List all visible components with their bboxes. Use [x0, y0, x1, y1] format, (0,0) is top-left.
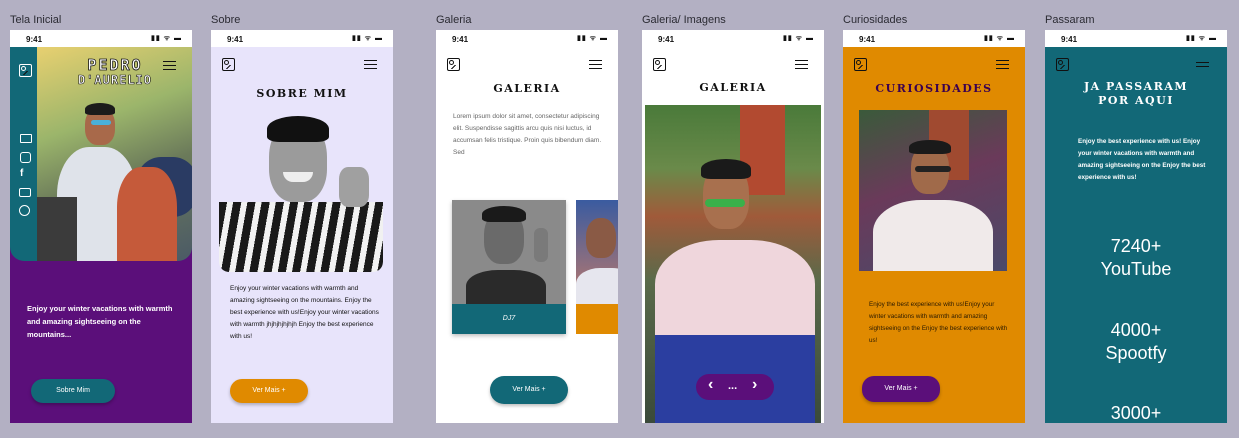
- stat-youtube: 7240+ YouTube: [1045, 235, 1227, 281]
- about-text: Enjoy your winter vacations with warmth …: [230, 285, 379, 340]
- menu-icon[interactable]: [589, 60, 602, 70]
- status-icons: ▮▮ ᯤ ▬: [352, 35, 383, 42]
- page-title: CURIOSIDADES: [875, 82, 993, 95]
- status-time: 9:41: [1061, 35, 1078, 44]
- youtube-icon[interactable]: [19, 188, 31, 197]
- gallery-image-icon[interactable]: [222, 58, 235, 71]
- see-more-button[interactable]: Ver Mais +: [230, 379, 308, 403]
- menu-icon[interactable]: [996, 60, 1009, 70]
- frame-label-about: Sobre: [211, 14, 241, 26]
- gallery-image-icon[interactable]: [19, 64, 32, 77]
- status-icons: ▮▮ ᯤ ▬: [783, 35, 814, 42]
- curiosities-text: Enjoy the best experience with us!Enjoy …: [869, 301, 1008, 344]
- next-image-button[interactable]: ›: [752, 376, 757, 394]
- status-time: 9:41: [859, 35, 876, 44]
- status-time: 9:41: [227, 35, 244, 44]
- status-time: 9:41: [658, 35, 675, 44]
- frame-gallery-images: 9:41 ▮▮ ᯤ ▬ GALERIA ‹ ... ›: [642, 30, 824, 423]
- passaram-text: Enjoy the best experience with us! Enjoy…: [1078, 138, 1206, 181]
- status-time: 9:41: [26, 35, 43, 44]
- home-intro-text: Enjoy your winter vacations with warmth …: [27, 304, 173, 339]
- stat-third-value: 3000+: [1110, 403, 1162, 423]
- page-title: SOBRE MIM: [256, 87, 348, 100]
- see-more-button[interactable]: Ver Mais +: [862, 376, 940, 402]
- status-bar: 9:41 ▮▮ ᯤ ▬: [843, 30, 1025, 47]
- see-more-button[interactable]: Ver Mais +: [490, 376, 568, 404]
- gallery-image-icon[interactable]: [653, 58, 666, 71]
- gallery-image-icon[interactable]: [447, 58, 460, 71]
- stat-spotify-label: Spootfy: [1105, 343, 1167, 363]
- about-me-button[interactable]: Sobre Mim: [31, 379, 115, 403]
- menu-icon[interactable]: [163, 61, 176, 71]
- curiosities-photo: [859, 110, 1007, 271]
- stat-third: 3000+: [1045, 402, 1227, 423]
- frame-about: 9:41 ▮▮ ᯤ ▬ SOBRE MIM Enjoy your winter v…: [211, 30, 393, 423]
- frame-label-passaram: Passaram: [1045, 14, 1095, 26]
- frame-gallery: 9:41 ▮▮ ᯤ ▬ GALERIA Lorem ipsum dolor sit…: [436, 30, 618, 423]
- frame-label-gallery-images: Galeria/ Imagens: [642, 14, 726, 26]
- status-bar: 9:41 ▮▮ ᯤ ▬: [436, 30, 618, 47]
- page-title: GALERIA: [493, 82, 561, 95]
- gallery-card-caption: DJ7: [452, 304, 566, 334]
- instagram-icon[interactable]: [20, 152, 31, 163]
- status-time: 9:41: [452, 35, 469, 44]
- hero-name-line1: PEDRO: [87, 56, 143, 75]
- gallery-card-photo: [452, 200, 566, 304]
- facebook-icon[interactable]: f: [20, 169, 23, 179]
- frame-label-curiosities: Curiosidades: [843, 14, 908, 26]
- gallery-image-icon[interactable]: [854, 58, 867, 71]
- status-icons: ▮▮ ᯤ ▬: [984, 35, 1015, 42]
- status-bar: 9:41 ▮▮ ᯤ ▬: [211, 30, 393, 47]
- gallery-intro-text: Lorem ipsum dolor sit amet, consectetur …: [453, 113, 602, 156]
- frame-passaram: 9:41 ▮▮ ᯤ ▬ JA PASSARAM POR AQUI Enjoy th…: [1045, 30, 1227, 423]
- hero-panel: PEDRO D'AURELIO f: [10, 47, 192, 261]
- gallery-card-next[interactable]: [576, 200, 618, 334]
- gallery-card[interactable]: DJ7: [452, 200, 566, 334]
- status-icons: ▮▮ ᯤ ▬: [577, 35, 608, 42]
- stat-spotify: 4000+ Spootfy: [1045, 319, 1227, 365]
- status-icons: ▮▮ ᯤ ▬: [1186, 35, 1217, 42]
- frame-label-home: Tela Inicial: [10, 14, 62, 26]
- previous-image-button[interactable]: ‹: [708, 376, 713, 394]
- frame-label-gallery: Galeria: [436, 14, 472, 26]
- status-bar: 9:41 ▮▮ ᯤ ▬: [642, 30, 824, 47]
- status-bar: 9:41 ▮▮ ᯤ ▬: [1045, 30, 1227, 47]
- menu-icon[interactable]: [364, 60, 377, 70]
- stat-youtube-label: YouTube: [1100, 259, 1172, 279]
- stat-youtube-value: 7240+: [1110, 236, 1162, 256]
- page-title-line1: JA PASSARAM: [1083, 80, 1189, 93]
- image-carousel-nav: ‹ ... ›: [696, 374, 774, 400]
- about-photo: [219, 112, 383, 272]
- status-icons: ▮▮ ᯤ ▬: [151, 35, 182, 42]
- page-title: GALERIA: [699, 81, 767, 94]
- whatsapp-icon[interactable]: [19, 205, 30, 216]
- page-title-line2: POR AQUI: [1098, 94, 1174, 107]
- frame-curiosities: 9:41 ▮▮ ᯤ ▬ CURIOSIDADES Enjoy the best e…: [843, 30, 1025, 423]
- gallery-card-next-photo: [576, 200, 618, 304]
- carousel-dots: ...: [728, 380, 738, 392]
- hero-name-line2: D'AURELIO: [77, 73, 153, 88]
- menu-icon[interactable]: [1196, 60, 1209, 69]
- menu-icon[interactable]: [795, 60, 808, 70]
- frame-home: 9:41 ▮▮ ᯤ ▬ PEDRO D'AURELIO f Enjoy your …: [10, 30, 192, 423]
- mail-icon[interactable]: [20, 134, 32, 143]
- gallery-image-icon[interactable]: [1056, 58, 1069, 71]
- stat-spotify-value: 4000+: [1110, 320, 1162, 340]
- status-bar: 9:41 ▮▮ ᯤ ▬: [10, 30, 192, 47]
